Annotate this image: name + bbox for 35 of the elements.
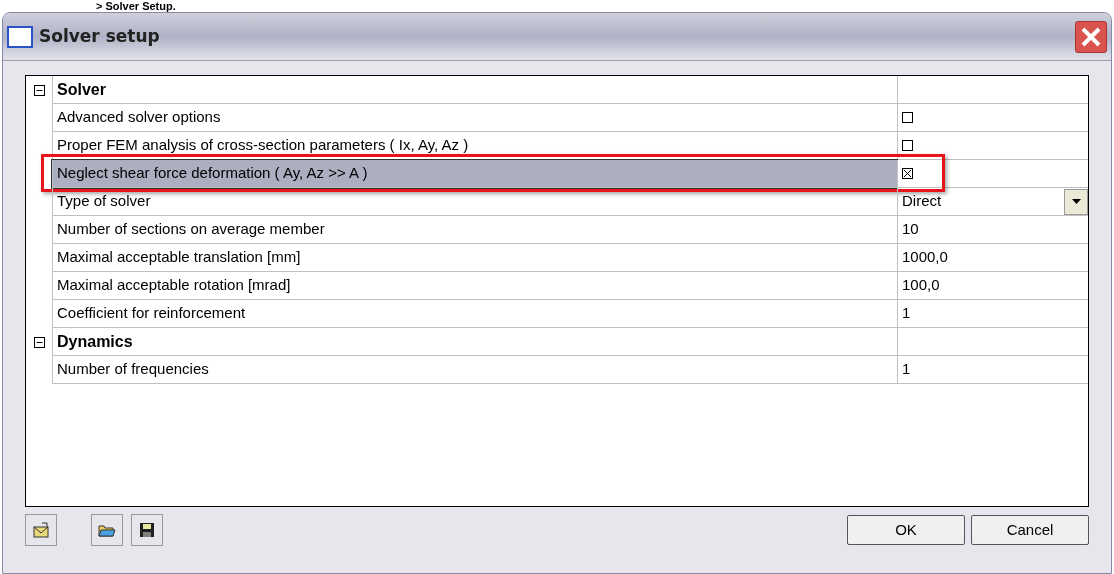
property-label[interactable]: Maximal acceptable translation [mm] <box>52 244 897 272</box>
property-label[interactable]: Coefficient for reinforcement <box>52 300 897 328</box>
window-title: Solver setup <box>39 24 160 48</box>
value-text[interactable]: 1 <box>902 302 911 325</box>
property-label[interactable]: Advanced solver options <box>52 104 897 132</box>
collapse-icon[interactable] <box>33 84 45 96</box>
dialog-button[interactable]: OK <box>847 515 965 545</box>
caption-text: > Solver Setup. <box>96 1 176 12</box>
property-label[interactable]: Number of frequencies <box>52 356 897 384</box>
value-text[interactable]: 1000,0 <box>902 246 948 269</box>
window-icon <box>7 25 33 48</box>
save-button[interactable] <box>131 514 163 546</box>
close-icon <box>1080 25 1102 48</box>
mail-button[interactable] <box>25 514 57 546</box>
checkbox[interactable] <box>902 168 913 179</box>
caret-icon <box>1071 199 1081 204</box>
value-text[interactable]: 100,0 <box>902 274 940 297</box>
dialog-button[interactable]: Cancel <box>971 515 1089 545</box>
group-header[interactable]: Dynamics <box>52 328 897 356</box>
value-text[interactable]: 10 <box>902 218 919 241</box>
dropdown-value: Direct <box>902 191 942 212</box>
checkbox[interactable] <box>902 112 913 123</box>
property-label[interactable]: Number of sections on average member <box>52 216 897 244</box>
close-button[interactable] <box>1075 20 1107 53</box>
property-label[interactable]: Type of solver <box>52 188 897 216</box>
collapse-icon[interactable] <box>33 336 45 348</box>
group-header[interactable]: Solver <box>52 76 897 104</box>
value-text[interactable]: 1 <box>902 358 911 381</box>
dropdown-button[interactable] <box>1064 188 1088 215</box>
envelope-icon <box>32 521 50 539</box>
property-label[interactable]: Neglect shear force deformation ( Ay, Az >> A ) <box>52 160 897 188</box>
checkbox[interactable] <box>902 140 913 151</box>
open-button[interactable] <box>91 514 123 546</box>
property-label[interactable]: Maximal acceptable rotation [mrad] <box>52 272 897 300</box>
folder-icon <box>98 522 116 538</box>
